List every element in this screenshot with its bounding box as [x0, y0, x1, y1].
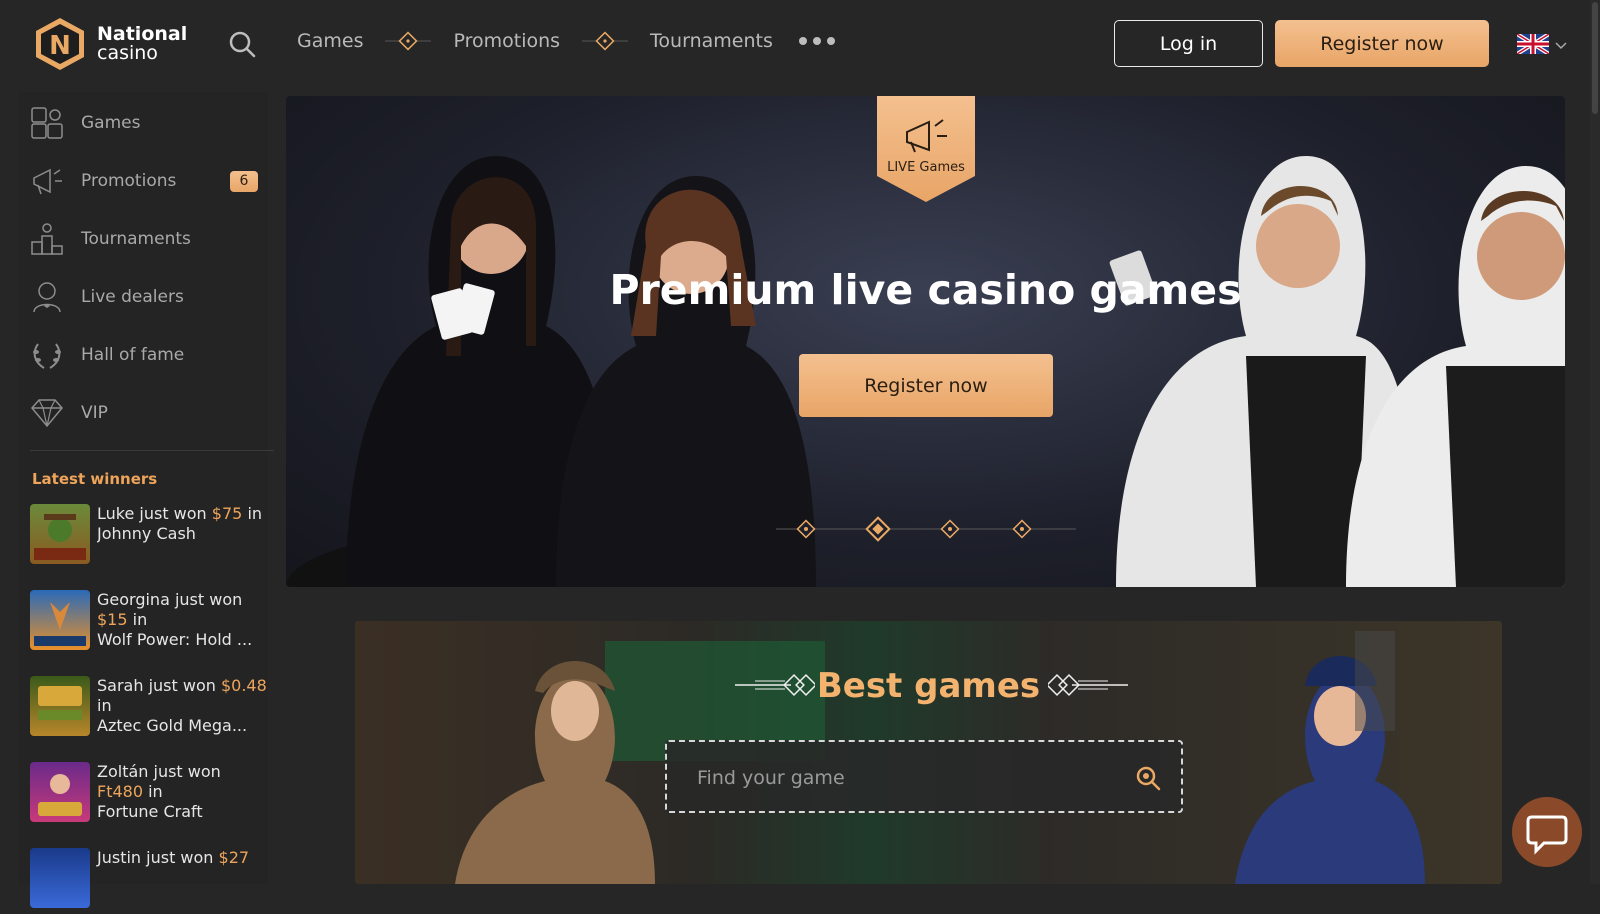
chevron-down-icon: [1555, 35, 1567, 54]
winner-amount: $75: [211, 504, 243, 523]
hero-banner[interactable]: LIVE Games Premium live casino games Reg…: [286, 96, 1565, 587]
sidebar-item-games[interactable]: Games: [18, 98, 268, 148]
main-nav: Games Promotions Tournaments: [297, 30, 835, 52]
sidebar-item-tournaments[interactable]: Tournaments: [18, 214, 268, 264]
winner-text: Sarah just won $0.48 in Aztec Gold Mega.…: [97, 676, 267, 736]
sidebar-item-hall-of-fame[interactable]: Hall of fame: [18, 330, 268, 380]
slide-dot-4[interactable]: [1012, 519, 1032, 539]
search-icon[interactable]: [228, 30, 256, 58]
winner-game: Aztec Gold Mega...: [97, 716, 248, 735]
winner-text: Zoltán just won Ft480 in Fortune Craft: [97, 762, 267, 822]
best-games-title: Best games: [816, 666, 1041, 706]
hero-title: Premium live casino games: [609, 266, 1242, 314]
title-ornament-left-icon: [735, 674, 815, 696]
winner-item[interactable]: Justin just won $27: [30, 848, 270, 914]
sidebar-item-label: Tournaments: [81, 229, 191, 249]
nav-promotions[interactable]: Promotions: [453, 30, 560, 52]
winner-game: Johnny Cash: [97, 524, 196, 543]
sidebar: Games Promotions 6 Tournaments Live deal…: [18, 92, 274, 908]
promotions-count-badge: 6: [230, 171, 258, 192]
winner-game: Fortune Craft: [97, 802, 203, 821]
logo-text: National casino: [97, 25, 187, 63]
nav-separator-icon: [582, 31, 629, 51]
game-search-box: [665, 740, 1183, 813]
live-tag-badge-icon: [877, 96, 975, 202]
game-thumbnail: [30, 504, 90, 564]
game-thumbnail: [30, 762, 90, 822]
winner-name: Georgina just won: [97, 590, 243, 609]
latest-winners-title: Latest winners: [32, 470, 158, 488]
login-button[interactable]: Log in: [1114, 20, 1263, 67]
best-games-section: Best games: [355, 621, 1502, 884]
slide-dot-2[interactable]: [865, 516, 891, 542]
sidebar-item-live-dealers[interactable]: Live dealers: [18, 272, 268, 322]
sidebar-item-label: Promotions: [81, 171, 177, 191]
uk-flag-icon: [1517, 34, 1549, 54]
winner-item[interactable]: Zoltán just won Ft480 in Fortune Craft: [30, 762, 270, 828]
slide-dot-1[interactable]: [796, 519, 816, 539]
winner-in: in: [97, 696, 112, 715]
dealer-icon: [30, 280, 64, 314]
winner-text: Luke just won $75 in Johnny Cash: [97, 504, 267, 544]
diamond-icon: [30, 396, 64, 430]
winner-amount: $15: [97, 610, 128, 629]
winner-text: Justin just won $27: [97, 848, 267, 868]
live-chat-button[interactable]: [1512, 797, 1582, 867]
podium-icon: [30, 222, 64, 256]
winner-name: Zoltán just won: [97, 762, 221, 781]
nav-tournaments[interactable]: Tournaments: [650, 30, 773, 52]
sidebar-item-label: VIP: [81, 403, 108, 423]
winner-item[interactable]: Luke just won $75 in Johnny Cash: [30, 504, 270, 570]
slider-pagination: [776, 516, 1076, 542]
laurel-icon: [30, 338, 64, 372]
search-icon[interactable]: [1135, 765, 1161, 791]
winner-in: in: [132, 610, 148, 629]
logo-badge-icon: N: [33, 16, 87, 72]
page-scrollbar[interactable]: [1590, 0, 1600, 884]
top-bar: N National casino Games Promotions Tourn…: [0, 0, 1600, 88]
slide-dot-3[interactable]: [940, 519, 960, 539]
logo-letter: N: [49, 31, 71, 61]
game-thumbnail: [30, 848, 90, 908]
live-tag-label: LIVE Games: [887, 160, 965, 175]
winner-amount: Ft480: [97, 782, 144, 801]
sidebar-item-label: Games: [81, 113, 141, 133]
winner-name: Luke just won: [97, 504, 207, 523]
winner-item[interactable]: Sarah just won $0.48 in Aztec Gold Mega.…: [30, 676, 270, 742]
scrollbar-thumb[interactable]: [1592, 2, 1598, 114]
puzzle-icon: [30, 106, 64, 140]
live-games-tag: LIVE Games: [877, 96, 975, 204]
winner-in: in: [148, 782, 163, 801]
sidebar-item-vip[interactable]: VIP: [18, 388, 268, 438]
nav-games[interactable]: Games: [297, 30, 363, 52]
winner-name: Sarah just won: [97, 676, 216, 695]
register-button[interactable]: Register now: [1275, 20, 1489, 67]
sidebar-item-label: Live dealers: [81, 287, 184, 307]
language-selector[interactable]: [1517, 34, 1567, 54]
winner-name: Justin just won: [97, 848, 214, 867]
title-ornament-right-icon: [1048, 674, 1128, 696]
game-thumbnail: [30, 590, 90, 650]
winner-amount: $27: [218, 848, 250, 867]
game-search-input[interactable]: [697, 764, 1117, 792]
winner-game: Wolf Power: Hold ...: [97, 630, 253, 649]
logo-line2: casino: [97, 42, 158, 64]
winner-text: Georgina just won $15 in Wolf Power: Hol…: [97, 590, 267, 650]
megaphone-icon: [30, 164, 64, 198]
sidebar-item-promotions[interactable]: Promotions 6: [18, 156, 268, 206]
winner-item[interactable]: Georgina just won $15 in Wolf Power: Hol…: [30, 590, 270, 656]
chat-bubble-icon: [1526, 815, 1568, 855]
sidebar-divider: [30, 450, 274, 451]
more-menu-icon[interactable]: [798, 37, 835, 45]
logo[interactable]: N National casino: [33, 16, 187, 72]
nav-separator-icon: [385, 31, 432, 51]
hero-register-button[interactable]: Register now: [799, 354, 1053, 417]
winner-in: in: [247, 504, 263, 523]
sidebar-item-label: Hall of fame: [81, 345, 185, 365]
winner-amount: $0.48: [220, 676, 267, 695]
game-thumbnail: [30, 676, 90, 736]
